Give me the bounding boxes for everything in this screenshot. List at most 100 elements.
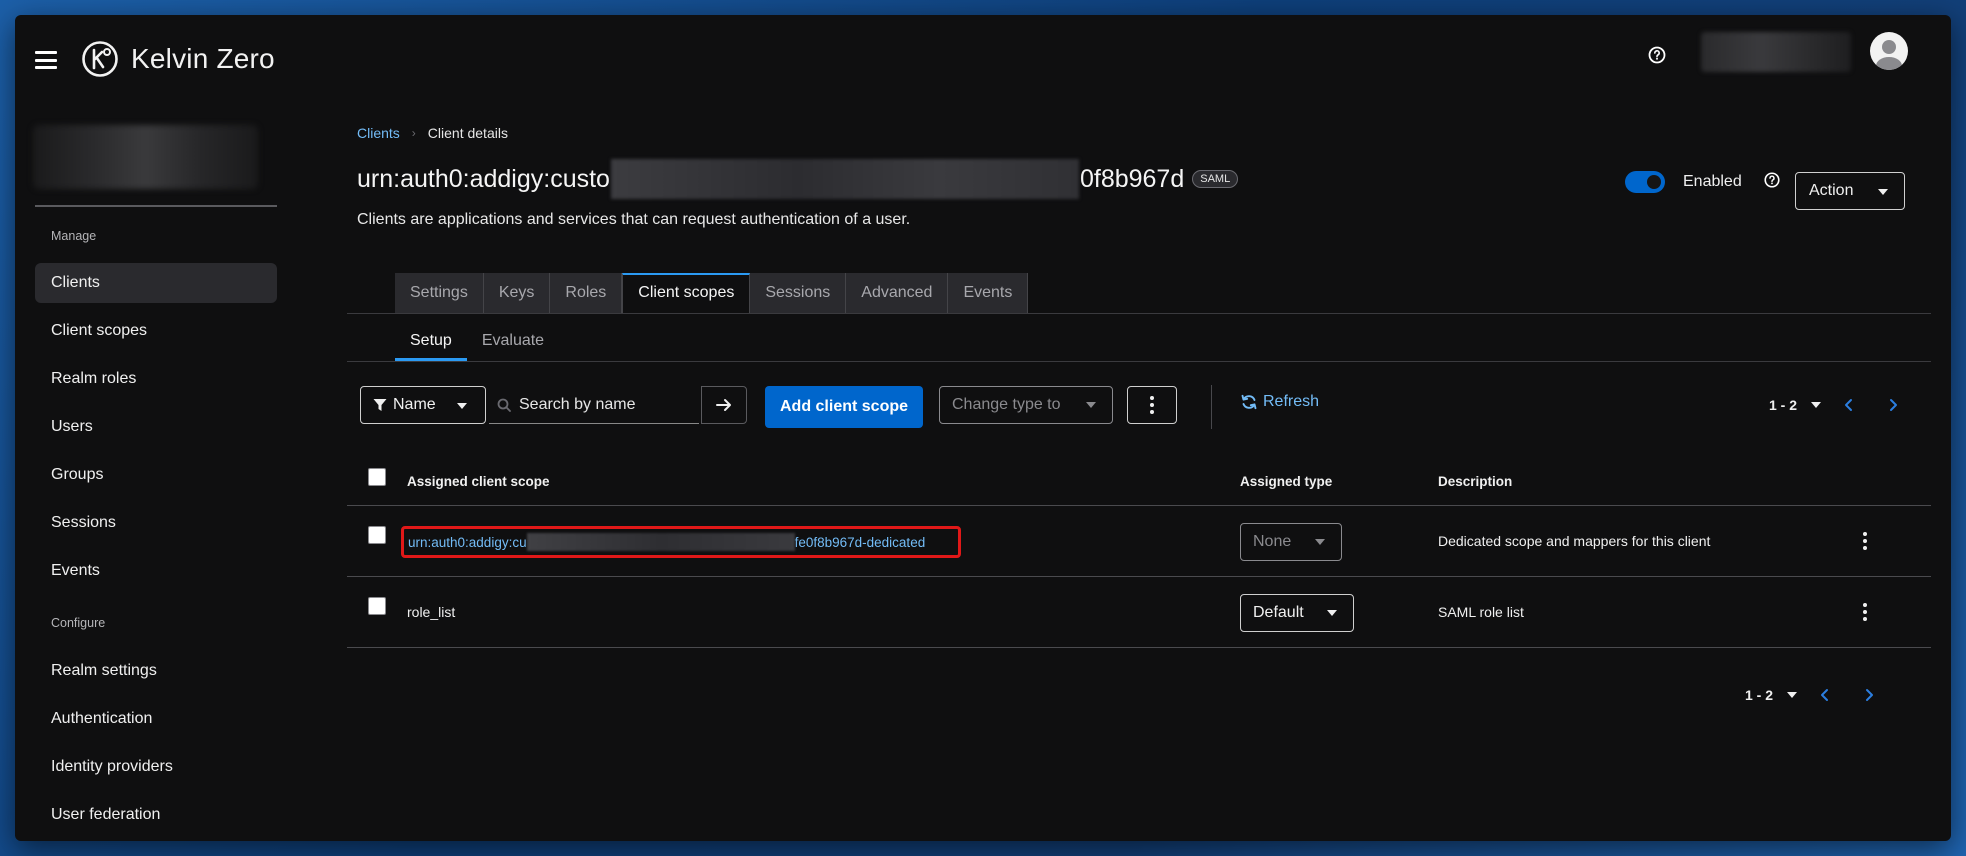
sidebar-item-users[interactable]: Users [35, 407, 277, 447]
caret-down-icon [457, 403, 467, 409]
sidebar-item-realm-roles[interactable]: Realm roles [35, 359, 277, 399]
user-avatar-icon[interactable] [1870, 32, 1908, 70]
tab-sessions[interactable]: Sessions [750, 273, 847, 313]
tab-advanced[interactable]: Advanced [846, 273, 949, 313]
add-client-scope-button[interactable]: Add client scope [765, 386, 923, 428]
sidebar-item-clients[interactable]: Clients [35, 263, 277, 303]
action-label: Action [1809, 182, 1854, 199]
breadcrumb-clients-link[interactable]: Clients [357, 125, 400, 141]
sync-icon [1241, 394, 1257, 410]
row-checkbox[interactable] [368, 597, 386, 615]
question-circle-icon[interactable] [1647, 45, 1667, 65]
assigned-type-value: None [1253, 533, 1292, 550]
change-type-select[interactable]: Change type to [939, 386, 1113, 424]
tab-keys[interactable]: Keys [483, 273, 551, 313]
subtab-setup[interactable]: Setup [395, 321, 467, 361]
sidebar-item-client-scopes[interactable]: Client scopes [35, 311, 277, 351]
table-row: urn:auth0:addigy:cu fe0f8b967d-dedicated… [347, 506, 1931, 577]
sidebar-item-groups[interactable]: Groups [35, 455, 277, 495]
realm-selector-redacted[interactable] [33, 125, 258, 189]
enabled-help-icon[interactable] [1763, 171, 1781, 189]
sidebar-item-realm-settings[interactable]: Realm settings [35, 651, 277, 691]
sidebar: Manage Clients Client scopes Realm roles… [15, 105, 280, 841]
next-page-icon[interactable] [1885, 397, 1901, 413]
kebab-icon [1150, 396, 1154, 414]
app-window: Kelvin Zero Manage Clients Client scopes… [15, 15, 1951, 841]
scope-name-suffix: fe0f8b967d-dedicated [794, 534, 926, 550]
masthead: Kelvin Zero [15, 15, 1951, 105]
tabs-divider [347, 313, 1931, 314]
sidebar-item-identity-providers[interactable]: Identity providers [35, 747, 277, 787]
next-page-icon[interactable] [1861, 687, 1877, 703]
search-input[interactable] [519, 395, 689, 414]
tab-client-scopes[interactable]: Client scopes [622, 273, 751, 313]
sidebar-item-sessions[interactable]: Sessions [35, 503, 277, 543]
column-header-type[interactable]: Assigned type [1240, 474, 1332, 489]
search-icon [497, 398, 511, 412]
action-dropdown[interactable]: Action [1795, 172, 1905, 210]
page-subtitle: Clients are applications and services th… [357, 211, 911, 228]
client-tabs: Settings Keys Roles Client scopes Sessio… [395, 273, 1029, 313]
subtab-evaluate[interactable]: Evaluate [467, 321, 559, 361]
search-submit-button[interactable] [701, 386, 747, 424]
tab-events[interactable]: Events [948, 273, 1029, 313]
sidebar-divider [35, 205, 277, 207]
title-prefix: urn:auth0:addigy:custo [357, 164, 610, 193]
table-row: role_list Default SAML role list [347, 577, 1931, 648]
toolbar-divider [1211, 385, 1212, 429]
username-redacted[interactable] [1701, 32, 1851, 72]
column-header-description: Description [1438, 474, 1513, 489]
row-kebab-button[interactable] [1855, 600, 1875, 624]
breadcrumb-current: Client details [427, 125, 508, 141]
page-title: urn:auth0:addigy:custo 0f8b967d SAML [357, 159, 1239, 199]
filter-icon [373, 399, 387, 411]
toolbar-kebab-button[interactable] [1127, 386, 1177, 424]
dedicated-scope-link[interactable]: urn:auth0:addigy:cu fe0f8b967d-dedicated [401, 526, 961, 558]
sidebar-item-events[interactable]: Events [35, 551, 277, 591]
pagination-bottom-toggle[interactable]: 1 - 2 [1745, 687, 1798, 703]
scope-name-redacted [526, 533, 795, 551]
caret-down-icon [1811, 402, 1822, 408]
change-type-placeholder: Change type to [952, 396, 1061, 413]
main-content: Clients › Client details urn:auth0:addig… [333, 105, 1931, 841]
previous-page-icon[interactable] [1841, 397, 1857, 413]
pagination-bottom-range: 1 - 2 [1745, 687, 1774, 703]
search-box [489, 386, 699, 424]
client-scopes-subtabs: Setup Evaluate [395, 321, 559, 361]
tab-settings[interactable]: Settings [395, 273, 484, 313]
row-kebab-button[interactable] [1855, 529, 1875, 553]
select-all-checkbox[interactable] [368, 468, 386, 486]
tab-roles[interactable]: Roles [550, 273, 623, 313]
filter-label: Name [393, 396, 436, 413]
sidebar-item-authentication[interactable]: Authentication [35, 699, 277, 739]
refresh-label: Refresh [1263, 393, 1320, 410]
sidebar-item-user-federation[interactable]: User federation [35, 795, 277, 835]
kelvin-zero-logo-icon [82, 41, 118, 77]
title-suffix: 0f8b967d [1079, 164, 1185, 193]
arrow-right-icon [716, 399, 731, 411]
assigned-type-select[interactable]: Default [1240, 594, 1354, 632]
pagination-top-toggle[interactable]: 1 - 2 [1769, 397, 1822, 413]
nav-section-configure: Configure [51, 616, 106, 630]
hamburger-menu-icon[interactable] [35, 51, 57, 69]
refresh-button[interactable]: Refresh [1241, 393, 1319, 411]
caret-down-icon [1878, 189, 1888, 195]
row-checkbox[interactable] [368, 526, 386, 544]
previous-page-icon[interactable] [1817, 687, 1833, 703]
subtabs-divider [347, 361, 1931, 362]
kebab-icon [1863, 603, 1867, 621]
title-redacted [610, 159, 1079, 199]
caret-down-icon [1787, 692, 1798, 698]
protocol-badge: SAML [1192, 170, 1239, 188]
enabled-label: Enabled [1683, 173, 1742, 190]
chevron-right-icon: › [411, 126, 416, 140]
assigned-type-select[interactable]: None [1240, 523, 1342, 561]
caret-down-icon [1315, 539, 1325, 545]
filter-dropdown[interactable]: Name [360, 386, 486, 424]
scope-description: SAML role list [1438, 604, 1524, 620]
scope-description: Dedicated scope and mappers for this cli… [1438, 533, 1711, 549]
scope-name-link[interactable]: role_list [407, 604, 455, 620]
brand[interactable]: Kelvin Zero [81, 40, 275, 78]
column-header-scope[interactable]: Assigned client scope [407, 474, 550, 489]
enabled-switch[interactable] [1625, 171, 1665, 193]
